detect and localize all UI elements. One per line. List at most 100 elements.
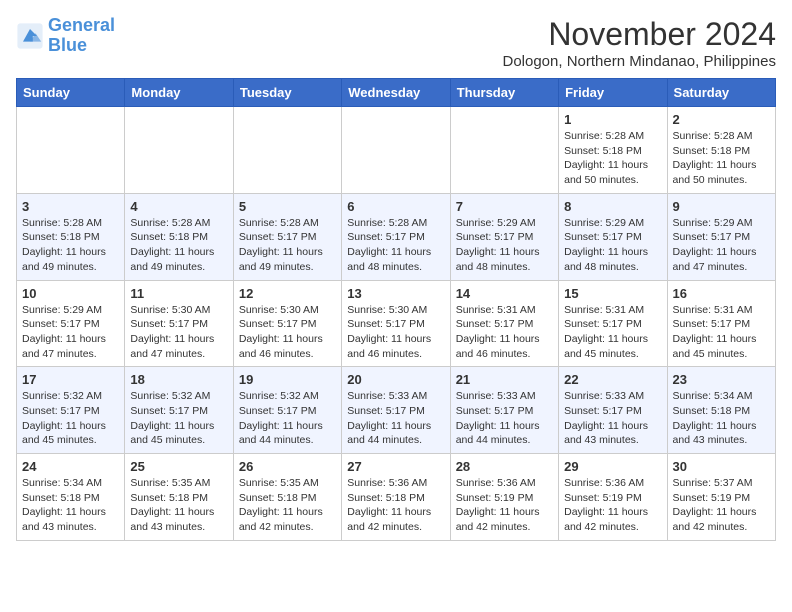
day-info: Sunrise: 5:33 AM Sunset: 5:17 PM Dayligh… [456,389,553,448]
day-info: Sunrise: 5:37 AM Sunset: 5:19 PM Dayligh… [673,476,770,535]
day-info: Sunrise: 5:31 AM Sunset: 5:17 PM Dayligh… [673,303,770,362]
day-cell: 16 Sunrise: 5:31 AM Sunset: 5:17 PM Dayli… [667,280,775,367]
day-number: 4 [130,199,227,214]
weekday-friday: Friday [559,79,667,107]
day-info: Sunrise: 5:28 AM Sunset: 5:17 PM Dayligh… [347,216,444,275]
day-cell: 10Sunrise: 5:29 AM Sunset: 5:17 PM Dayli… [17,280,125,367]
day-cell [17,107,125,194]
day-cell: 29 Sunrise: 5:36 AM Sunset: 5:19 PM Dayli… [559,454,667,541]
day-number: 2 [673,112,770,127]
day-number: 29 [564,459,661,474]
week-row-0: 1 Sunrise: 5:28 AM Sunset: 5:18 PM Daylig… [17,107,776,194]
day-number: 12 [239,286,336,301]
day-info: Sunrise: 5:34 AM Sunset: 5:18 PM Dayligh… [22,476,119,535]
day-cell: 12 Sunrise: 5:30 AM Sunset: 5:17 PM Dayli… [233,280,341,367]
day-number: 23 [673,372,770,387]
day-info: Sunrise: 5:35 AM Sunset: 5:18 PM Dayligh… [239,476,336,535]
day-cell [342,107,450,194]
day-number: 22 [564,372,661,387]
day-number: 16 [673,286,770,301]
day-cell: 8 Sunrise: 5:29 AM Sunset: 5:17 PM Daylig… [559,193,667,280]
day-number: 9 [673,199,770,214]
day-cell [450,107,558,194]
day-info: Sunrise: 5:34 AM Sunset: 5:18 PM Dayligh… [673,389,770,448]
day-cell: 26 Sunrise: 5:35 AM Sunset: 5:18 PM Dayli… [233,454,341,541]
day-cell: 11 Sunrise: 5:30 AM Sunset: 5:17 PM Dayli… [125,280,233,367]
day-cell: 9 Sunrise: 5:29 AM Sunset: 5:17 PM Daylig… [667,193,775,280]
day-number: 20 [347,372,444,387]
day-number: 19 [239,372,336,387]
day-info: Sunrise: 5:28 AM Sunset: 5:17 PM Dayligh… [239,216,336,275]
calendar-body: 1 Sunrise: 5:28 AM Sunset: 5:18 PM Daylig… [17,107,776,541]
day-cell: 23 Sunrise: 5:34 AM Sunset: 5:18 PM Dayli… [667,367,775,454]
day-info: Sunrise: 5:33 AM Sunset: 5:17 PM Dayligh… [564,389,661,448]
weekday-saturday: Saturday [667,79,775,107]
day-number: 10 [22,286,119,301]
day-info: Sunrise: 5:30 AM Sunset: 5:17 PM Dayligh… [347,303,444,362]
day-info: Sunrise: 5:29 AM Sunset: 5:17 PM Dayligh… [673,216,770,275]
day-info: Sunrise: 5:28 AM Sunset: 5:18 PM Dayligh… [564,129,661,188]
day-number: 28 [456,459,553,474]
day-number: 11 [130,286,227,301]
day-number: 6 [347,199,444,214]
day-cell: 25 Sunrise: 5:35 AM Sunset: 5:18 PM Dayli… [125,454,233,541]
day-info: Sunrise: 5:32 AM Sunset: 5:17 PM Dayligh… [130,389,227,448]
week-row-4: 24Sunrise: 5:34 AM Sunset: 5:18 PM Dayli… [17,454,776,541]
day-number: 17 [22,372,119,387]
month-title: November 2024 [502,16,776,53]
logo: General Blue [16,16,115,56]
day-number: 1 [564,112,661,127]
day-number: 25 [130,459,227,474]
day-cell: 14 Sunrise: 5:31 AM Sunset: 5:17 PM Dayli… [450,280,558,367]
day-number: 18 [130,372,227,387]
day-cell: 5 Sunrise: 5:28 AM Sunset: 5:17 PM Daylig… [233,193,341,280]
day-number: 15 [564,286,661,301]
day-number: 14 [456,286,553,301]
day-cell: 28Sunrise: 5:36 AM Sunset: 5:19 PM Dayli… [450,454,558,541]
day-cell [233,107,341,194]
day-cell [125,107,233,194]
calendar-table: SundayMondayTuesdayWednesdayThursdayFrid… [16,78,776,541]
logo-icon [16,22,44,50]
day-number: 26 [239,459,336,474]
day-cell: 15 Sunrise: 5:31 AM Sunset: 5:17 PM Dayli… [559,280,667,367]
day-cell: 6 Sunrise: 5:28 AM Sunset: 5:17 PM Daylig… [342,193,450,280]
day-cell: 1 Sunrise: 5:28 AM Sunset: 5:18 PM Daylig… [559,107,667,194]
day-info: Sunrise: 5:28 AM Sunset: 5:18 PM Dayligh… [673,129,770,188]
day-cell: 18 Sunrise: 5:32 AM Sunset: 5:17 PM Dayli… [125,367,233,454]
day-info: Sunrise: 5:29 AM Sunset: 5:17 PM Dayligh… [564,216,661,275]
day-cell: 2 Sunrise: 5:28 AM Sunset: 5:18 PM Daylig… [667,107,775,194]
day-cell: 20 Sunrise: 5:33 AM Sunset: 5:17 PM Dayli… [342,367,450,454]
day-cell: 7 Sunrise: 5:29 AM Sunset: 5:17 PM Daylig… [450,193,558,280]
day-info: Sunrise: 5:32 AM Sunset: 5:17 PM Dayligh… [239,389,336,448]
day-number: 8 [564,199,661,214]
weekday-monday: Monday [125,79,233,107]
weekday-thursday: Thursday [450,79,558,107]
weekday-tuesday: Tuesday [233,79,341,107]
day-info: Sunrise: 5:35 AM Sunset: 5:18 PM Dayligh… [130,476,227,535]
day-info: Sunrise: 5:31 AM Sunset: 5:17 PM Dayligh… [564,303,661,362]
day-number: 27 [347,459,444,474]
day-cell: 30 Sunrise: 5:37 AM Sunset: 5:19 PM Dayli… [667,454,775,541]
day-info: Sunrise: 5:36 AM Sunset: 5:18 PM Dayligh… [347,476,444,535]
logo-text: General Blue [48,16,115,56]
logo-line2: Blue [48,36,115,56]
day-info: Sunrise: 5:32 AM Sunset: 5:17 PM Dayligh… [22,389,119,448]
day-cell: 13Sunrise: 5:30 AM Sunset: 5:17 PM Dayli… [342,280,450,367]
day-cell: 4 Sunrise: 5:28 AM Sunset: 5:18 PM Daylig… [125,193,233,280]
day-info: Sunrise: 5:36 AM Sunset: 5:19 PM Dayligh… [564,476,661,535]
day-info: Sunrise: 5:30 AM Sunset: 5:17 PM Dayligh… [130,303,227,362]
day-number: 30 [673,459,770,474]
day-number: 5 [239,199,336,214]
week-row-1: 3 Sunrise: 5:28 AM Sunset: 5:18 PM Daylig… [17,193,776,280]
day-info: Sunrise: 5:29 AM Sunset: 5:17 PM Dayligh… [456,216,553,275]
day-info: Sunrise: 5:33 AM Sunset: 5:17 PM Dayligh… [347,389,444,448]
day-cell: 17 Sunrise: 5:32 AM Sunset: 5:17 PM Dayli… [17,367,125,454]
day-number: 7 [456,199,553,214]
title-area: November 2024 Dologon, Northern Mindanao… [502,16,776,70]
day-cell: 24Sunrise: 5:34 AM Sunset: 5:18 PM Dayli… [17,454,125,541]
day-info: Sunrise: 5:28 AM Sunset: 5:18 PM Dayligh… [130,216,227,275]
day-info: Sunrise: 5:31 AM Sunset: 5:17 PM Dayligh… [456,303,553,362]
day-number: 3 [22,199,119,214]
day-info: Sunrise: 5:30 AM Sunset: 5:17 PM Dayligh… [239,303,336,362]
